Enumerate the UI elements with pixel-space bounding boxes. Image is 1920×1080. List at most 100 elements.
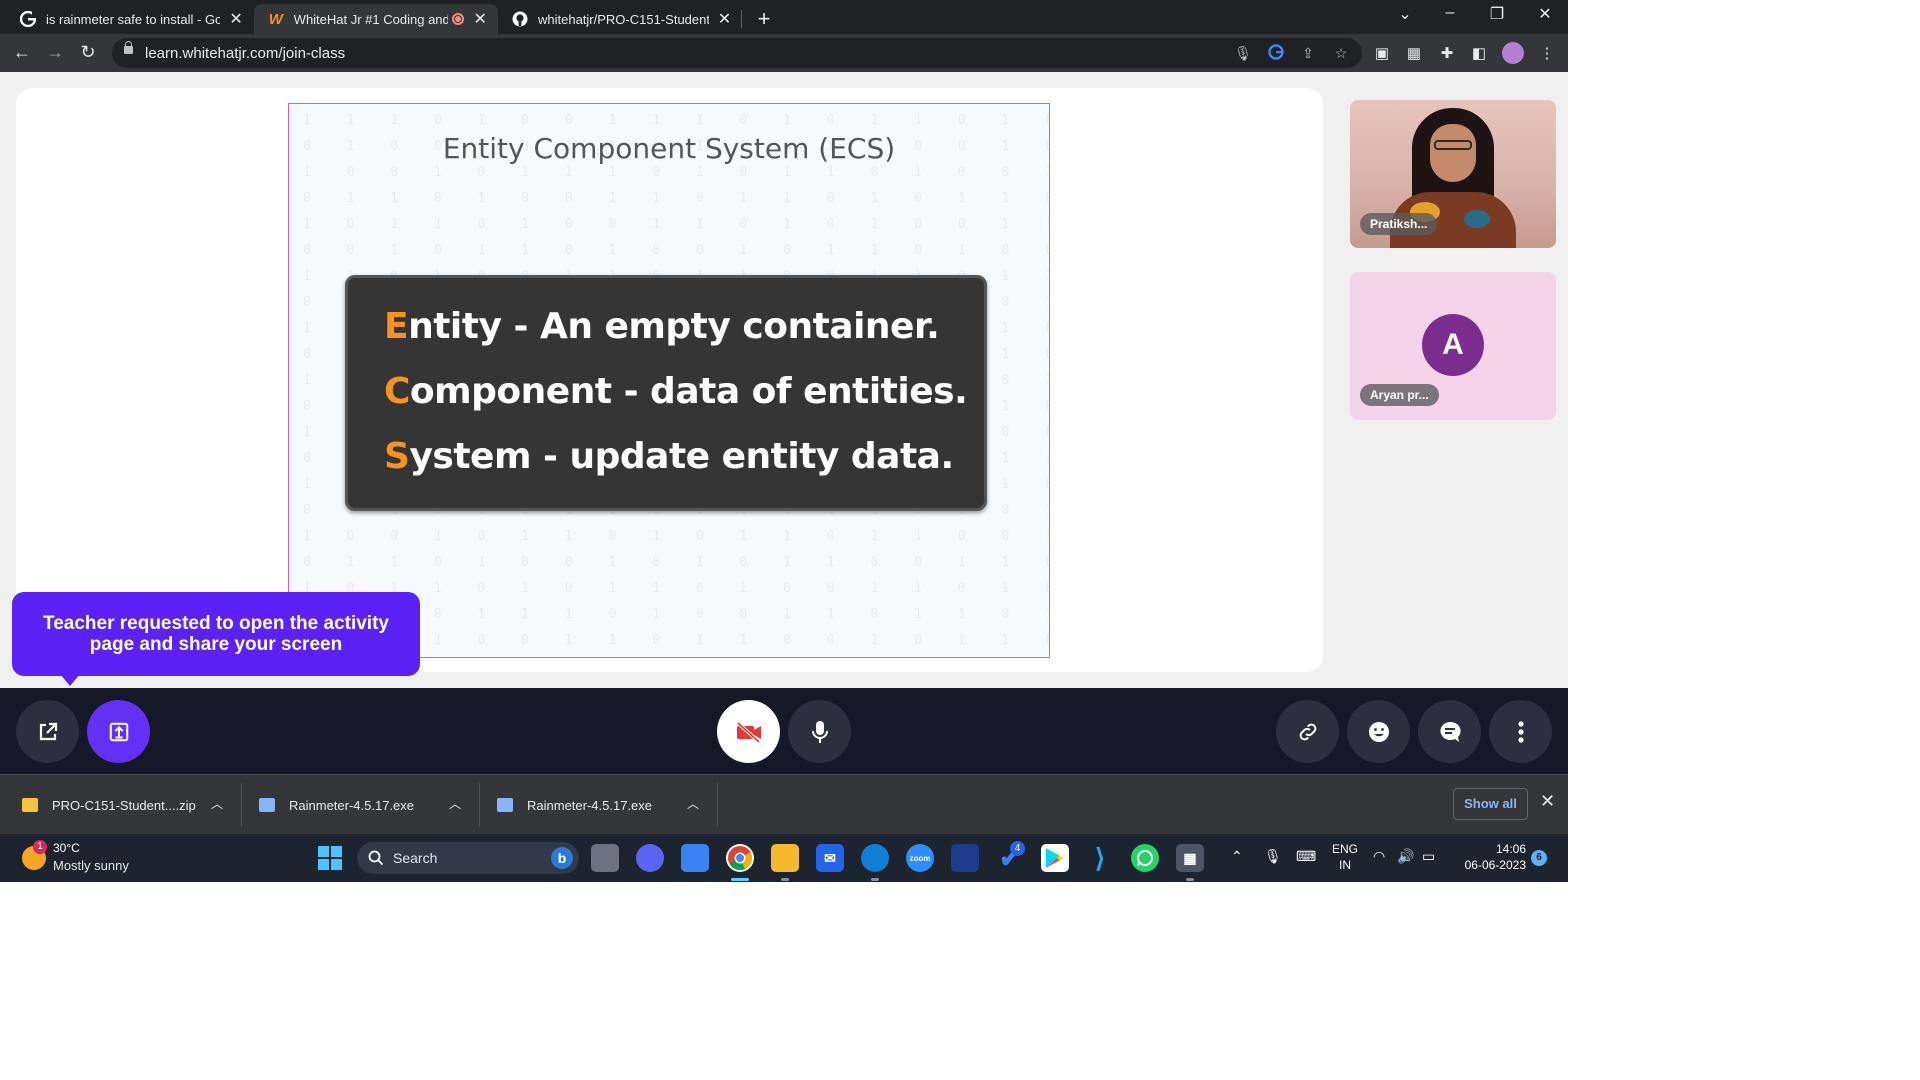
link-icon [1299,723,1316,740]
windows-logo-icon [318,846,342,870]
participant-tile-teacher[interactable]: Pratiksh... [1350,100,1556,248]
mic-tray-icon[interactable]: 🎙 [1264,848,1282,865]
google-lens-icon[interactable] [1267,44,1285,62]
side-panel-icon[interactable]: ◧ [1469,44,1489,64]
mic-icon[interactable]: 🎙 [1234,44,1252,62]
close-tab-icon[interactable]: ✕ [472,9,488,29]
tab-search-icon[interactable]: ⌄ [1390,4,1420,24]
tab-github-repo[interactable]: whitehatjr/PRO-C151-Student-Ac ✕ [498,4,742,34]
start-button[interactable] [316,844,344,872]
download-filename: Rainmeter-4.5.17.exe [289,797,415,813]
new-tab-icon[interactable]: + [752,6,776,32]
definition-entity: Entity - An empty container. [384,306,940,347]
minimize-icon[interactable]: – [1435,4,1465,22]
definition-initial: S [384,436,410,477]
whatsapp-icon[interactable] [1131,844,1159,872]
installer-file-icon [497,798,513,812]
mail-icon[interactable]: ✉ [816,844,844,872]
close-shelf-icon[interactable]: ✕ [1540,791,1555,812]
zip-file-icon [22,798,38,812]
definition-card: Entity - An empty container. Component -… [345,275,987,511]
profile-avatar[interactable] [1502,42,1524,64]
task-view-icon[interactable] [591,844,619,872]
definition-text: ntity - An empty container. [408,306,940,347]
search-label: Search [393,850,438,866]
whitehat-icon: W [268,10,283,28]
battery-icon[interactable]: ▭ [1422,848,1435,865]
more-options-button[interactable] [1489,700,1552,763]
wifi-icon[interactable]: ◠ [1373,848,1385,865]
close-tab-icon[interactable]: ✕ [228,9,244,29]
browser-tab-strip: is rainmeter safe to install - Goog ✕ W … [0,0,1568,34]
reactions-button[interactable] [1347,700,1410,763]
extensions-icon[interactable]: ✚ [1437,44,1457,64]
teams-chat-icon[interactable] [636,844,664,872]
download-item[interactable]: Rainmeter-4.5.17.exe [259,775,414,835]
copy-link-button[interactable] [1276,700,1339,763]
keyboard-icon[interactable]: ⌨ [1296,848,1316,865]
volume-icon[interactable]: 🔊 [1397,848,1414,865]
weather-condition[interactable]: Mostly sunny [53,858,129,873]
bookmark-star-icon[interactable]: ☆ [1332,44,1350,62]
tab-google-search[interactable]: is rainmeter safe to install - Goog ✕ [6,4,254,34]
chevron-up-icon[interactable]: ⌃ [1231,848,1243,865]
calculator-icon[interactable]: ▦ [1176,844,1204,872]
chat-button[interactable] [1418,700,1481,763]
qr-code-icon[interactable]: ▦ [1404,44,1424,64]
participant-name: Aryan pr... [1360,384,1439,406]
slide-title: Entity Component System (ECS) [442,132,896,165]
avatar: A [1422,314,1484,376]
toast-message: Teacher requested to open the activity p… [43,613,389,655]
forward-icon[interactable]: → [44,42,66,63]
camera-toggle-button[interactable] [717,700,780,763]
definition-component: Component - data of entities. [384,371,968,412]
weather-temperature[interactable]: 30°C [53,841,80,855]
share-screen-request-toast: Teacher requested to open the activity p… [12,592,420,676]
search-icon [368,850,384,866]
share-icon[interactable]: ⇪ [1299,44,1317,62]
share-screen-button[interactable] [87,700,150,763]
external-link-icon [39,722,57,740]
open-external-button[interactable] [16,700,79,763]
show-all-downloads-button[interactable]: Show all [1453,788,1528,820]
zoom-icon[interactable]: zoom [906,844,934,872]
more-icon [1517,720,1524,743]
edge-icon[interactable] [861,844,889,872]
rainmeter-icon[interactable] [951,844,979,872]
download-item[interactable]: PRO-C151-Student....zip [22,775,196,835]
restore-icon[interactable]: ❐ [1482,4,1512,24]
clock[interactable]: 14:06 06-06-2023 [1450,842,1526,872]
notification-badge[interactable]: 6 [1531,850,1547,866]
chrome-icon[interactable] [726,844,754,872]
definition-text: omponent - data of entities. [409,371,968,412]
toast-pointer [60,674,80,686]
store-icon[interactable] [681,844,709,872]
chevron-up-icon[interactable]: ︿ [687,795,699,812]
back-icon[interactable]: ← [11,42,33,63]
chevron-up-icon[interactable]: ︿ [449,795,461,812]
chevron-up-icon[interactable]: ︿ [211,795,223,812]
tab-whitehat-class[interactable]: W WhiteHat Jr #1 Coding and R ✕ [254,4,498,34]
reload-icon[interactable]: ↻ [77,42,99,63]
language-code: ENG [1331,842,1358,856]
taskbar-search[interactable]: Search b [357,842,579,874]
media-icon[interactable]: ▣ [1372,44,1392,64]
class-controls-bar [0,688,1568,774]
window-close-icon[interactable]: ✕ [1530,4,1560,24]
installer-file-icon [259,798,275,812]
address-bar[interactable]: learn.whitehatjr.com/join-class 🎙 ⇪ ☆ [112,38,1362,68]
tab-title: WhiteHat Jr #1 Coding and R [293,11,449,27]
share-screen-icon [109,722,128,741]
close-tab-icon[interactable]: ✕ [717,9,732,29]
play-store-icon[interactable] [1041,844,1069,872]
language-indicator[interactable]: ENG IN [1330,842,1360,872]
chat-icon [1439,721,1461,742]
download-item[interactable]: Rainmeter-4.5.17.exe [497,775,652,835]
lock-icon [124,41,133,54]
bing-icon[interactable]: b [551,847,573,869]
microphone-button[interactable] [788,700,851,763]
vscode-icon[interactable]: ⟩ [1086,843,1114,873]
file-explorer-icon[interactable] [771,844,799,872]
browser-menu-icon[interactable]: ⋮ [1537,44,1557,64]
participant-tile-student[interactable]: A Aryan pr... [1350,272,1556,420]
